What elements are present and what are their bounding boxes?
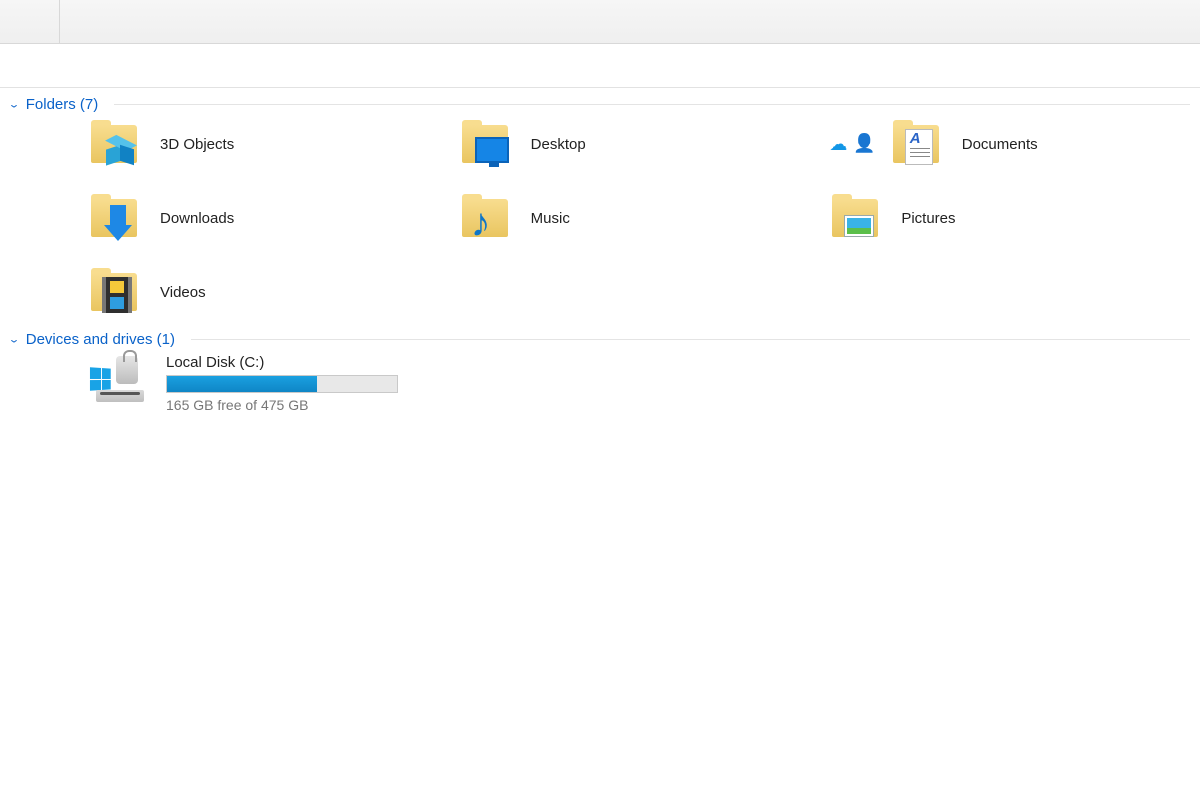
cloud-icon: ☁	[829, 134, 847, 155]
folder-icon	[88, 267, 146, 317]
download-arrow-icon	[106, 205, 132, 241]
drive-label: Local Disk (C:)	[166, 354, 398, 371]
section-title: Folders (7)	[26, 96, 99, 113]
section-header-drives[interactable]: ⌄ Devices and drives (1)	[0, 323, 1200, 350]
folder-label: Music	[531, 210, 570, 227]
folder-videos[interactable]: Videos	[88, 267, 459, 317]
section-header-folders[interactable]: ⌄ Folders (7)	[0, 88, 1200, 115]
music-note-icon: ♪	[471, 203, 491, 243]
folder-label: 3D Objects	[160, 136, 234, 153]
folder-label: Videos	[160, 284, 206, 301]
film-icon	[102, 277, 132, 313]
folders-grid: 3D Objects Desktop ☁ 👤 Documents Downloa…	[0, 115, 1200, 323]
document-icon	[905, 129, 933, 165]
address-bar-area	[0, 44, 1200, 88]
drive-icon	[90, 354, 152, 406]
folder-3d-objects[interactable]: 3D Objects	[88, 119, 459, 169]
section-rule	[114, 104, 1190, 105]
capacity-fill	[167, 376, 317, 392]
section-rule	[191, 339, 1190, 340]
folder-desktop[interactable]: Desktop	[459, 119, 830, 169]
bitlocker-unlocked-icon	[116, 356, 138, 384]
folder-label: Desktop	[531, 136, 586, 153]
drive-info: Local Disk (C:) 165 GB free of 475 GB	[166, 354, 398, 413]
folder-icon	[459, 119, 517, 169]
shared-icon: 👤	[853, 133, 875, 154]
capacity-bar	[166, 375, 398, 393]
folder-label: Documents	[962, 136, 1038, 153]
folder-music[interactable]: ♪ Music	[459, 193, 830, 243]
status-icons: ☁ 👤	[829, 134, 875, 155]
folder-label: Pictures	[901, 210, 955, 227]
folder-icon	[88, 193, 146, 243]
folder-icon: ♪	[459, 193, 517, 243]
folder-documents[interactable]: ☁ 👤 Documents	[829, 119, 1200, 169]
chevron-down-icon: ⌄	[8, 99, 20, 111]
cube-icon	[106, 139, 134, 165]
ribbon-divider	[0, 0, 60, 43]
chevron-down-icon: ⌄	[8, 334, 20, 346]
monitor-icon	[475, 137, 509, 163]
folder-pictures[interactable]: Pictures	[829, 193, 1200, 243]
drive-local-disk-c[interactable]: Local Disk (C:) 165 GB free of 475 GB	[0, 350, 1200, 413]
photo-icon	[844, 215, 874, 237]
folder-icon	[829, 193, 887, 243]
drive-subtext: 165 GB free of 475 GB	[166, 397, 398, 413]
folder-icon	[88, 119, 146, 169]
section-title: Devices and drives (1)	[26, 331, 175, 348]
folder-downloads[interactable]: Downloads	[88, 193, 459, 243]
ribbon-bar	[0, 0, 1200, 44]
folder-label: Downloads	[160, 210, 234, 227]
folder-icon	[890, 119, 948, 169]
